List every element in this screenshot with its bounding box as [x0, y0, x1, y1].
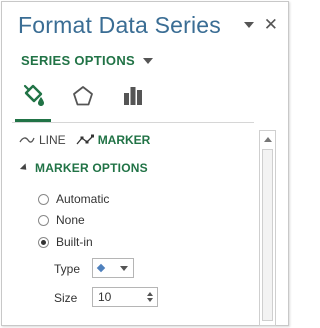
- radio-automatic-label: Automatic: [56, 192, 110, 206]
- bar-chart-series-options-icon: [124, 87, 142, 105]
- marker-icon: [76, 134, 94, 145]
- marker-options-section-header[interactable]: MARKER OPTIONS: [19, 161, 148, 175]
- subtab-marker-label: MARKER: [97, 133, 151, 147]
- radio-automatic[interactable]: Automatic: [38, 192, 109, 206]
- line-marker-subtabs: LINE MARKER: [19, 133, 150, 147]
- tab-fill-line[interactable]: [19, 82, 47, 110]
- size-spinner: [143, 288, 157, 306]
- divider: [12, 122, 254, 123]
- icon-tab-strip: [19, 82, 147, 110]
- subtab-line[interactable]: LINE: [19, 133, 66, 147]
- series-options-label: SERIES OPTIONS: [21, 53, 136, 68]
- spin-down-icon[interactable]: [147, 298, 153, 302]
- marker-options-label: MARKER OPTIONS: [35, 161, 148, 175]
- vertical-scrollbar[interactable]: [259, 130, 276, 326]
- title-controls: ✕: [243, 16, 278, 33]
- fill-line-icon: [23, 84, 44, 106]
- marker-size-stepper[interactable]: [92, 287, 158, 307]
- effects-pentagon-icon: [73, 86, 93, 106]
- scroll-thumb[interactable]: [262, 149, 273, 321]
- radio-none-button[interactable]: [38, 214, 49, 226]
- chevron-down-icon: [143, 57, 154, 64]
- subtab-marker[interactable]: MARKER: [76, 133, 151, 147]
- size-label: Size: [54, 291, 78, 305]
- line-icon: [19, 137, 35, 143]
- chevron-down-icon: [120, 265, 128, 271]
- radio-built-in[interactable]: Built-in: [38, 235, 93, 249]
- series-options-dropdown[interactable]: SERIES OPTIONS: [21, 53, 154, 68]
- pane-title: Format Data Series: [18, 12, 221, 38]
- radio-none[interactable]: None: [38, 213, 85, 227]
- collapse-triangle-icon: [19, 163, 30, 173]
- radio-automatic-button[interactable]: [38, 193, 49, 205]
- marker-type-dropdown[interactable]: [92, 258, 134, 278]
- subtab-line-label: LINE: [39, 133, 66, 147]
- format-data-series-pane: Format Data Series ✕ SERIES OPTIONS LINE…: [1, 1, 289, 326]
- diamond-marker-icon: [96, 263, 106, 273]
- tab-effects[interactable]: [69, 82, 97, 110]
- close-icon[interactable]: ✕: [264, 16, 278, 33]
- scroll-up-icon[interactable]: [264, 137, 272, 142]
- type-label: Type: [54, 262, 81, 276]
- radio-built-in-button[interactable]: [38, 236, 49, 248]
- tab-series-options[interactable]: [119, 82, 147, 110]
- spin-up-icon[interactable]: [147, 292, 153, 296]
- marker-size-input[interactable]: [93, 289, 140, 305]
- radio-built-in-label: Built-in: [56, 235, 93, 249]
- task-pane-options-icon[interactable]: [243, 21, 254, 28]
- radio-none-label: None: [56, 213, 85, 227]
